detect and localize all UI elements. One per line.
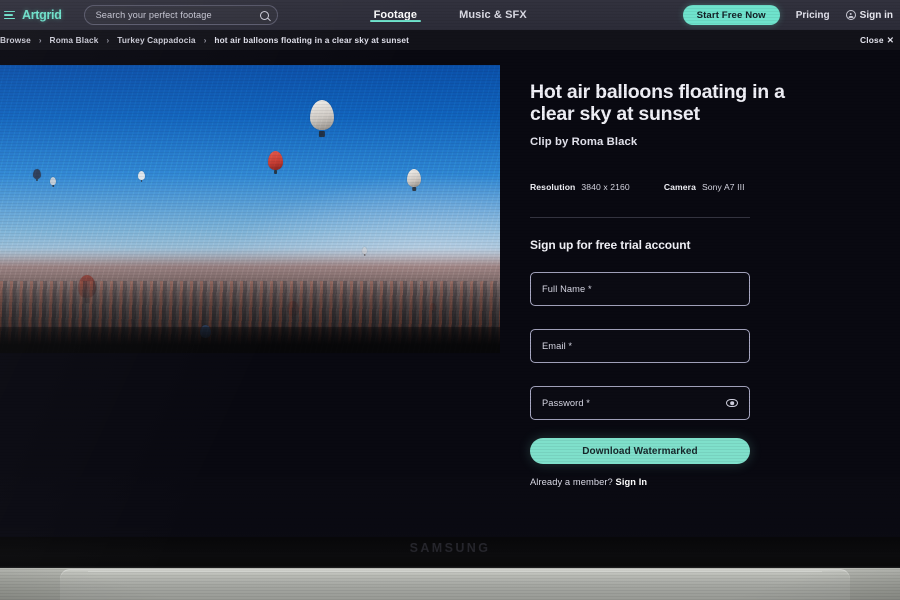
breadcrumb-item-browse[interactable]: Browse xyxy=(0,35,31,45)
password-label: Password * xyxy=(542,398,591,408)
tab-music-sfx[interactable]: Music & SFX xyxy=(459,0,527,21)
breadcrumb-item-roma-black[interactable]: Roma Black xyxy=(50,35,99,45)
start-free-now-button[interactable]: Start Free Now xyxy=(682,5,780,25)
eye-icon[interactable] xyxy=(726,399,738,407)
nav-right-group: Start Free Now Pricing Sign in xyxy=(682,5,900,25)
tab-footage[interactable]: Footage xyxy=(369,0,422,22)
clip-author: Clip by Roma Black xyxy=(530,136,638,148)
metadata-camera-value: Sony A7 III xyxy=(701,182,745,192)
nav-tabs: Footage Music & SFX xyxy=(369,0,527,30)
clip-preview-image[interactable] xyxy=(0,65,500,353)
email-field[interactable]: Email * xyxy=(530,329,750,363)
section-divider xyxy=(530,217,750,218)
breadcrumb-separator-icon: › xyxy=(203,35,207,45)
close-x-icon: ✕ xyxy=(886,35,894,45)
full-name-label: Full Name * xyxy=(542,284,592,294)
browser-page: Artgrid Footage Music & SFX Start Free N… xyxy=(0,0,900,537)
clip-detail-content: Hot air balloons floating in a clear sky… xyxy=(0,50,900,537)
metadata-resolution-key: Resolution xyxy=(530,182,576,192)
nav-left-group: Artgrid xyxy=(0,5,278,25)
already-member-text: Already a member? xyxy=(530,477,616,487)
top-navigation-bar: Artgrid Footage Music & SFX Start Free N… xyxy=(0,0,900,30)
sign-in-button[interactable]: Sign in xyxy=(845,9,893,21)
search-box[interactable] xyxy=(83,5,278,25)
hamburger-icon[interactable] xyxy=(4,10,15,20)
already-member-row: Already a member? Sign In xyxy=(530,477,647,487)
metadata-resolution-value: 3840 x 2160 xyxy=(581,182,630,192)
page-title: Hot air balloons floating in a clear sky… xyxy=(530,81,785,125)
breadcrumb-item-current: hot air balloons floating in a clear sky… xyxy=(214,35,410,45)
screen-moire-overlay xyxy=(0,65,500,353)
close-label: Close xyxy=(859,35,884,45)
sign-in-label: Sign in xyxy=(859,9,893,21)
metadata-camera: Camera Sony A7 III xyxy=(664,177,745,195)
email-label: Email * xyxy=(542,341,573,351)
download-watermarked-button[interactable]: Download Watermarked xyxy=(530,438,750,464)
artgrid-logo[interactable]: Artgrid xyxy=(22,8,62,22)
breadcrumb-item-turkey-cappadocia[interactable]: Turkey Cappadocia xyxy=(117,35,195,45)
metadata-camera-key: Camera xyxy=(663,182,696,192)
close-button[interactable]: Close ✕ xyxy=(860,35,900,45)
search-input[interactable] xyxy=(95,10,260,20)
metadata-resolution: Resolution 3840 x 2160 xyxy=(530,177,630,195)
breadcrumb-separator-icon: › xyxy=(38,35,42,45)
monitor-stand-bar xyxy=(60,569,850,600)
monitor-photo: Artgrid Footage Music & SFX Start Free N… xyxy=(0,0,900,600)
full-name-field[interactable]: Full Name * xyxy=(530,272,750,306)
clip-metadata: Resolution 3840 x 2160 Camera Sony A7 III xyxy=(530,177,745,195)
search-icon[interactable] xyxy=(259,10,269,20)
sign-in-link[interactable]: Sign In xyxy=(616,477,648,487)
person-circle-icon xyxy=(845,10,856,20)
breadcrumb-separator-icon: › xyxy=(106,35,110,45)
signup-heading: Sign up for free trial account xyxy=(530,238,691,252)
password-field[interactable]: Password * xyxy=(530,386,750,420)
clip-info-panel: Hot air balloons floating in a clear sky… xyxy=(500,50,900,537)
breadcrumb-bar: Browse › Roma Black › Turkey Cappadocia … xyxy=(0,30,900,50)
breadcrumb: Browse › Roma Black › Turkey Cappadocia … xyxy=(0,35,409,45)
monitor-brand-label: SAMSUNG xyxy=(409,541,491,555)
pricing-link[interactable]: Pricing xyxy=(796,10,830,21)
